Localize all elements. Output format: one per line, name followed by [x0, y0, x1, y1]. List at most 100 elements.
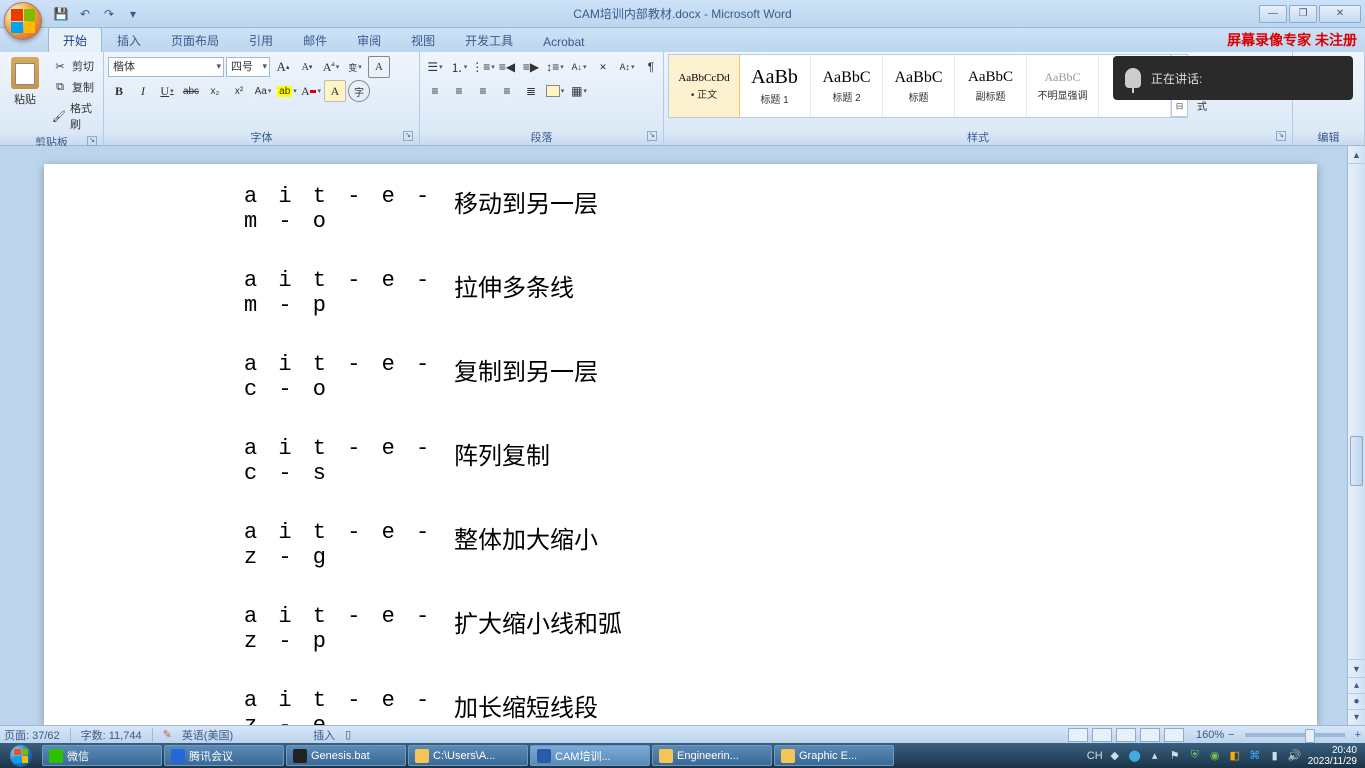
show-marks-button[interactable]: A↕	[616, 56, 638, 78]
macro-record-icon[interactable]: ▯	[345, 728, 351, 741]
full-screen-view-button[interactable]	[1092, 728, 1112, 742]
clear-format-button[interactable]: Aª	[320, 56, 342, 78]
style-item-2[interactable]: AaBbC标题 2	[811, 55, 883, 117]
scroll-thumb[interactable]	[1350, 436, 1363, 486]
scroll-up-icon[interactable]: ▲	[1348, 146, 1365, 164]
tab-developer[interactable]: 开发工具	[450, 27, 528, 52]
qat-more-icon[interactable]: ▾	[124, 5, 142, 23]
outline-view-button[interactable]	[1140, 728, 1160, 742]
scroll-down-icon[interactable]: ▼	[1348, 659, 1365, 677]
document-viewport[interactable]: a i t - e - m - o移动到另一层 a i t - e - m - p…	[0, 146, 1347, 725]
tray-icon-5[interactable]: ◧	[1228, 749, 1242, 763]
taskbar-item[interactable]: C:\Users\A...	[408, 745, 528, 766]
shrink-font-button[interactable]: A▾	[296, 56, 318, 78]
char-shading-button[interactable]: A	[324, 80, 346, 102]
font-launcher[interactable]: ↘	[403, 131, 413, 141]
bullets-button[interactable]: ☰	[424, 56, 446, 78]
style-gallery[interactable]: AaBbCcDd• 正文AaBb标题 1AaBbC标题 2AaBbC标题AaBb…	[668, 54, 1188, 118]
justify-button[interactable]: ≡	[496, 80, 518, 102]
undo-icon[interactable]: ↶	[76, 5, 94, 23]
status-insert-mode[interactable]: 插入	[313, 727, 335, 743]
taskbar-item[interactable]: Graphic E...	[774, 745, 894, 766]
style-item-5[interactable]: AaBbC不明显强调	[1027, 55, 1099, 117]
format-painter-button[interactable]: 🖌格式刷	[48, 98, 99, 134]
align-center-button[interactable]: ≡	[448, 80, 470, 102]
tab-references[interactable]: 引用	[234, 27, 288, 52]
font-size-combo[interactable]: 四号	[226, 57, 270, 77]
bold-button[interactable]: B	[108, 80, 130, 102]
tab-mailings[interactable]: 邮件	[288, 27, 342, 52]
doc-row[interactable]: a i t - e - m - p拉伸多条线	[244, 268, 1117, 318]
style-item-0[interactable]: AaBbCcDd• 正文	[668, 54, 740, 118]
scroll-track[interactable]	[1348, 164, 1365, 659]
browse-object-icon[interactable]: ●	[1348, 693, 1365, 709]
status-word-count[interactable]: 字数: 11,744	[81, 727, 142, 743]
cut-button[interactable]: ✂剪切	[48, 56, 99, 76]
network-icon[interactable]: ▮	[1268, 749, 1282, 763]
doc-row[interactable]: a i t - e - z - g整体加大缩小	[244, 520, 1117, 570]
vertical-scrollbar[interactable]: ▲ ▼ ▴ ● ▾	[1347, 146, 1365, 725]
grow-font-button[interactable]: A▴	[272, 56, 294, 78]
phonetic-button[interactable]: 变	[344, 56, 366, 78]
doc-row[interactable]: a i t - e - z - p扩大缩小线和弧	[244, 604, 1117, 654]
increase-indent-button[interactable]: ≡▶	[520, 56, 542, 78]
font-name-combo[interactable]: 楷体	[108, 57, 224, 77]
paragraph-launcher[interactable]: ↘	[647, 131, 657, 141]
distribute-button[interactable]: ≣	[520, 80, 542, 102]
font-color-button[interactable]: A	[300, 80, 322, 102]
copy-button[interactable]: ⧉复制	[48, 77, 99, 97]
doc-row[interactable]: a i t - e - c - o复制到另一层	[244, 352, 1117, 402]
print-layout-view-button[interactable]	[1068, 728, 1088, 742]
asian-layout-button[interactable]: ✕	[592, 56, 614, 78]
style-item-4[interactable]: AaBbC副标题	[955, 55, 1027, 117]
prev-page-icon[interactable]: ▴	[1348, 677, 1365, 693]
proofing-icon[interactable]: ✎	[163, 728, 172, 741]
style-item-3[interactable]: AaBbC标题	[883, 55, 955, 117]
italic-button[interactable]: I	[132, 80, 154, 102]
draft-view-button[interactable]	[1164, 728, 1184, 742]
superscript-button[interactable]: x²	[228, 80, 250, 102]
close-button[interactable]: ✕	[1319, 5, 1361, 23]
tab-acrobat[interactable]: Acrobat	[528, 30, 599, 52]
tray-icon-3[interactable]: ⚑	[1168, 749, 1182, 763]
taskbar-item[interactable]: CAM培训...	[530, 745, 650, 766]
zoom-slider[interactable]	[1245, 733, 1345, 737]
clock[interactable]: 20:40 2023/11/29	[1308, 745, 1357, 767]
highlight-button[interactable]: ab	[276, 80, 298, 102]
doc-row[interactable]: a i t - e - z - e加长缩短线段	[244, 688, 1117, 725]
strike-button[interactable]: abc	[180, 80, 202, 102]
volume-icon[interactable]: 🔊	[1288, 749, 1302, 763]
numbering-button[interactable]: ⒈	[448, 56, 470, 78]
taskbar-item[interactable]: 腾讯会议	[164, 745, 284, 766]
document-page[interactable]: a i t - e - m - o移动到另一层 a i t - e - m - p…	[44, 164, 1317, 725]
status-language[interactable]: 英语(美国)	[182, 727, 233, 743]
taskbar-item[interactable]: Engineerin...	[652, 745, 772, 766]
shading-button[interactable]	[544, 80, 566, 102]
save-icon[interactable]: 💾	[52, 5, 70, 23]
next-page-icon[interactable]: ▾	[1348, 709, 1365, 725]
doc-row[interactable]: a i t - e - c - s阵列复制	[244, 436, 1117, 486]
styles-launcher[interactable]: ↘	[1276, 131, 1286, 141]
align-left-button[interactable]: ≡	[424, 80, 446, 102]
tray-shield-icon[interactable]: ⛨	[1188, 749, 1202, 763]
decrease-indent-button[interactable]: ≡◀	[496, 56, 518, 78]
taskbar-item[interactable]: 微信	[42, 745, 162, 766]
tray-bt-icon[interactable]: ⌘	[1248, 749, 1262, 763]
paste-button[interactable]: 粘贴	[4, 54, 46, 110]
tab-home[interactable]: 开始	[48, 27, 102, 52]
line-spacing-button[interactable]: ↕≡	[544, 56, 566, 78]
doc-row[interactable]: a i t - e - m - o移动到另一层	[244, 184, 1117, 234]
tray-icon-1[interactable]: ◆	[1108, 749, 1122, 763]
align-right-button[interactable]: ≡	[472, 80, 494, 102]
tab-page-layout[interactable]: 页面布局	[156, 27, 234, 52]
multilevel-button[interactable]: ⋮≡	[472, 56, 494, 78]
taskbar-item[interactable]: Genesis.bat	[286, 745, 406, 766]
tab-view[interactable]: 视图	[396, 27, 450, 52]
tray-up-icon[interactable]: ▴	[1148, 749, 1162, 763]
redo-icon[interactable]: ↷	[100, 5, 118, 23]
borders-button[interactable]: ▦	[568, 80, 590, 102]
office-button[interactable]	[4, 2, 42, 40]
web-layout-view-button[interactable]	[1116, 728, 1136, 742]
tab-review[interactable]: 审阅	[342, 27, 396, 52]
maximize-button[interactable]: ❐	[1289, 5, 1317, 23]
